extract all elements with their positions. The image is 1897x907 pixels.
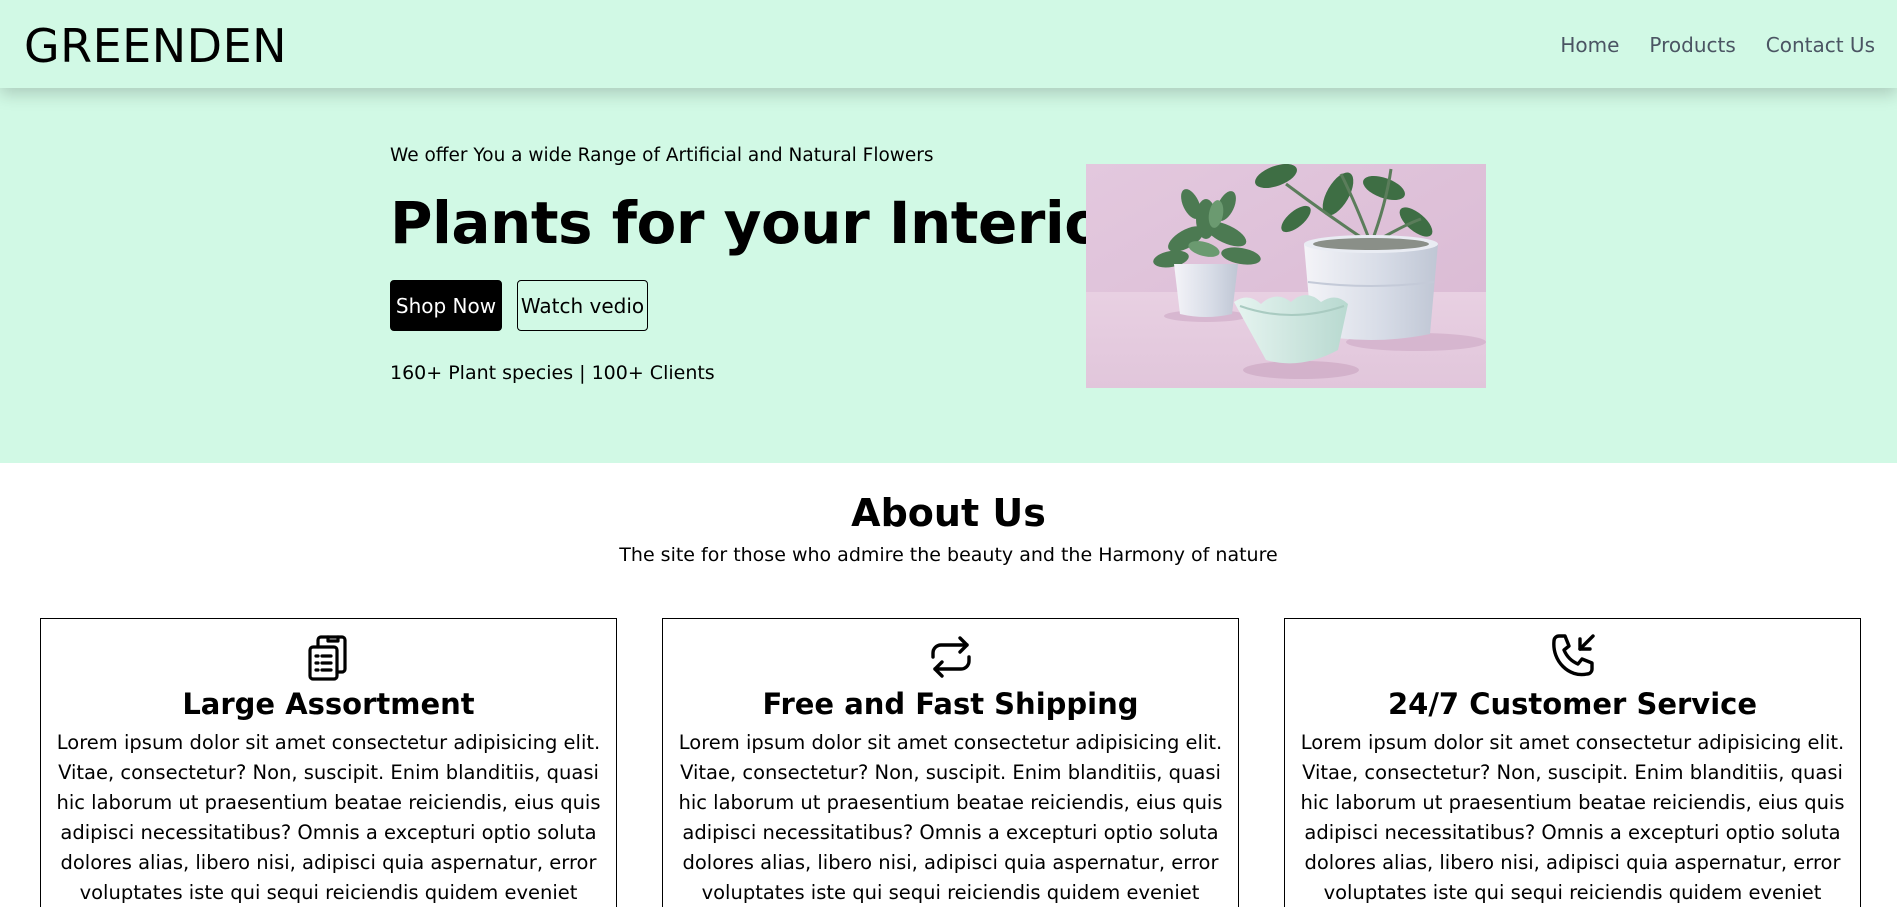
feature-title: Large Assortment bbox=[182, 687, 475, 721]
hero-subtitle: We offer You a wide Range of Artificial … bbox=[390, 145, 934, 166]
brand-logo[interactable]: GREENDEN bbox=[24, 18, 287, 74]
nav-link-contact[interactable]: Contact Us bbox=[1766, 31, 1875, 59]
feature-card-customer-service: 24/7 Customer Service Lorem ipsum dolor … bbox=[1284, 618, 1861, 907]
hero-title: Plants for your Interior bbox=[390, 189, 1132, 257]
navbar: GREENDEN Home Products Contact Us bbox=[0, 0, 1897, 88]
phone-incoming-icon bbox=[1551, 634, 1595, 677]
hero-section: We offer You a wide Range of Artificial … bbox=[0, 88, 1897, 463]
watch-video-button[interactable]: Watch vedio bbox=[517, 280, 648, 331]
feature-card-shipping: Free and Fast Shipping Lorem ipsum dolor… bbox=[662, 618, 1239, 907]
feature-text: Lorem ipsum dolor sit amet consectetur a… bbox=[56, 731, 601, 904]
nav-links: Home Products Contact Us bbox=[1560, 31, 1875, 59]
refresh-arrows-icon bbox=[930, 636, 971, 678]
feature-title: 24/7 Customer Service bbox=[1387, 687, 1758, 721]
clipboard-list-icon bbox=[307, 635, 347, 681]
about-title: About Us bbox=[851, 491, 1046, 535]
hero-stats: 160+ Plant species | 100+ Clients bbox=[390, 362, 715, 384]
feature-card-assortment: Large Assortment Lorem ipsum dolor sit a… bbox=[40, 618, 617, 907]
hero-plants-image bbox=[1086, 164, 1486, 388]
nav-link-home[interactable]: Home bbox=[1560, 31, 1619, 59]
feature-title: Free and Fast Shipping bbox=[762, 687, 1139, 721]
about-subtitle: The site for those who admire the beauty… bbox=[619, 544, 1278, 566]
feature-text: Lorem ipsum dolor sit amet consectetur a… bbox=[678, 731, 1223, 904]
nav-link-products[interactable]: Products bbox=[1649, 31, 1735, 59]
shop-now-button[interactable]: Shop Now bbox=[390, 280, 502, 331]
feature-text: Lorem ipsum dolor sit amet consectetur a… bbox=[1300, 731, 1845, 904]
